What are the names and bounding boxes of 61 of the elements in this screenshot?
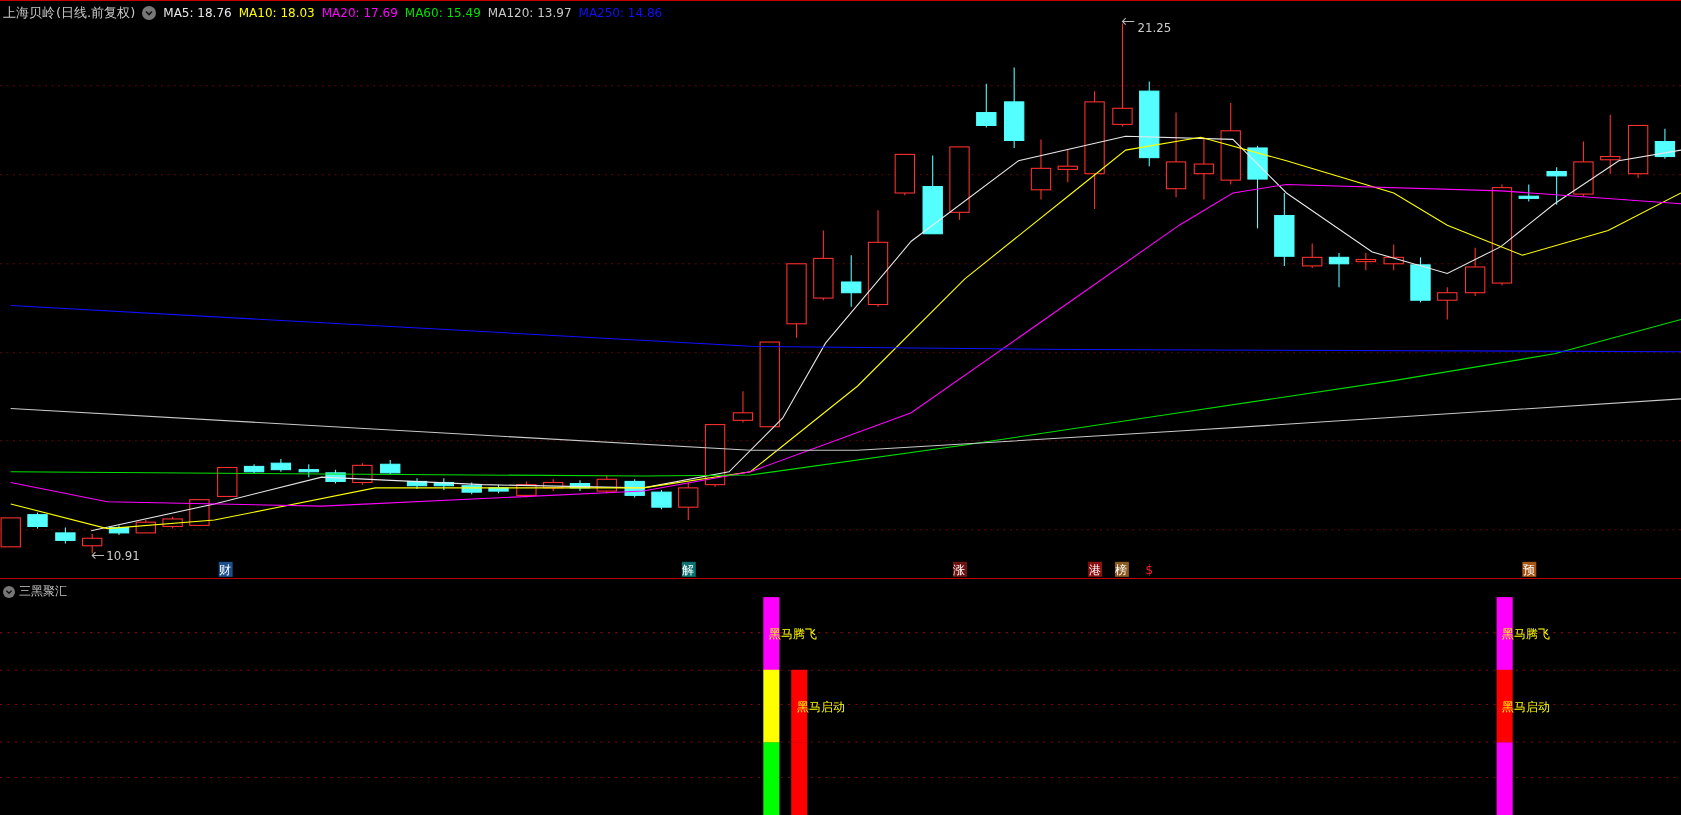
chart-period: (日线.前复权) bbox=[56, 4, 136, 22]
candlestick bbox=[27, 512, 48, 530]
event-tag[interactable]: 港 bbox=[1088, 561, 1103, 577]
candlestick bbox=[380, 459, 401, 476]
event-tag[interactable]: 解 bbox=[681, 561, 696, 577]
candlestick bbox=[406, 477, 428, 490]
candlestick bbox=[1573, 141, 1594, 197]
candlestick bbox=[704, 424, 726, 488]
candlestick bbox=[162, 516, 183, 530]
candlestick bbox=[1383, 243, 1404, 271]
dropdown-icon[interactable] bbox=[142, 6, 157, 20]
moving-average-value: MA5: 18.76 bbox=[163, 6, 232, 20]
candlestick bbox=[894, 153, 915, 196]
candlestick bbox=[1302, 242, 1323, 269]
candlestick bbox=[298, 463, 319, 478]
moving-average-value: MA120: 13.97 bbox=[487, 6, 572, 20]
indicator-name: 三黑聚汇 bbox=[19, 583, 67, 600]
candlestick bbox=[82, 533, 103, 554]
candlestick bbox=[543, 478, 564, 492]
candlestick bbox=[569, 479, 591, 492]
candlestick bbox=[1654, 128, 1676, 160]
candlestick bbox=[651, 489, 672, 510]
candlestick bbox=[678, 481, 699, 521]
candlestick bbox=[217, 466, 238, 497]
event-tag[interactable]: 财 bbox=[218, 561, 233, 577]
candlestick bbox=[108, 524, 130, 536]
candlestick bbox=[135, 519, 156, 534]
candlestick bbox=[1437, 286, 1458, 321]
candlestick bbox=[1328, 252, 1350, 288]
candlestick bbox=[1193, 136, 1215, 200]
candlestick bbox=[55, 527, 76, 545]
candlestick bbox=[1627, 124, 1649, 179]
candlestick bbox=[488, 484, 509, 494]
candlestick bbox=[1464, 247, 1486, 297]
event-tag[interactable]: 预 bbox=[1522, 561, 1537, 577]
candlestick bbox=[813, 230, 834, 301]
candlestick bbox=[1410, 256, 1431, 303]
candlestick bbox=[841, 254, 862, 308]
dropdown-icon[interactable] bbox=[3, 585, 15, 598]
candlestick bbox=[325, 469, 346, 485]
candlestick bbox=[732, 390, 754, 423]
moving-average-value: MA10: 18.03 bbox=[238, 6, 315, 20]
candlestick bbox=[596, 475, 617, 494]
candlestick bbox=[1355, 252, 1376, 271]
event-tag[interactable]: 涨 bbox=[953, 561, 967, 577]
event-tag[interactable]: $ bbox=[1145, 562, 1153, 577]
moving-average-value: MA20: 17.69 bbox=[321, 6, 398, 20]
candlestick bbox=[1518, 183, 1539, 203]
candlestick bbox=[1057, 149, 1078, 183]
candlestick bbox=[270, 458, 292, 473]
moving-average-value: MA250: 14.86 bbox=[578, 6, 663, 20]
candlestick bbox=[1030, 138, 1052, 200]
candlestick bbox=[433, 477, 454, 491]
moving-average-value: MA60: 15.49 bbox=[404, 6, 481, 20]
candlestick bbox=[976, 83, 997, 129]
candlestick bbox=[1546, 166, 1567, 206]
event-tag[interactable]: 榜 bbox=[1114, 561, 1129, 577]
stock-title: 上海贝岭 bbox=[3, 4, 55, 22]
candlestick bbox=[1600, 114, 1621, 175]
candlestick bbox=[516, 480, 537, 499]
candlestick bbox=[243, 463, 265, 475]
